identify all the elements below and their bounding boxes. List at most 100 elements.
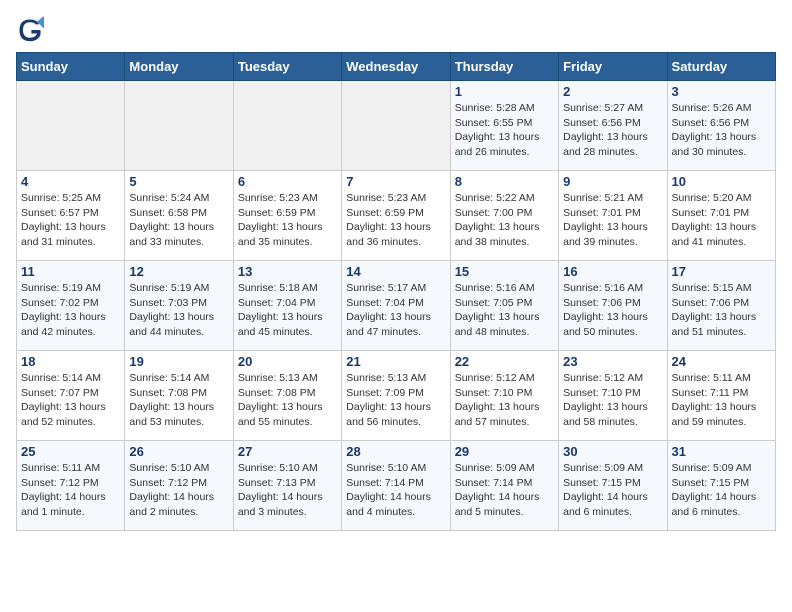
day-info: Sunrise: 5:12 AMSunset: 7:10 PMDaylight:… xyxy=(563,371,662,430)
day-number: 3 xyxy=(672,84,771,99)
day-info: Sunrise: 5:11 AMSunset: 7:11 PMDaylight:… xyxy=(672,371,771,430)
day-number: 23 xyxy=(563,354,662,369)
day-number: 26 xyxy=(129,444,228,459)
day-info: Sunrise: 5:10 AMSunset: 7:13 PMDaylight:… xyxy=(238,461,337,520)
day-info: Sunrise: 5:28 AMSunset: 6:55 PMDaylight:… xyxy=(455,101,554,160)
day-info: Sunrise: 5:23 AMSunset: 6:59 PMDaylight:… xyxy=(238,191,337,250)
calendar-week-1: 1 Sunrise: 5:28 AMSunset: 6:55 PMDaylight… xyxy=(17,81,776,171)
calendar-cell: 14 Sunrise: 5:17 AMSunset: 7:04 PMDayligh… xyxy=(342,261,450,351)
day-number: 19 xyxy=(129,354,228,369)
calendar-cell: 9 Sunrise: 5:21 AMSunset: 7:01 PMDaylight… xyxy=(559,171,667,261)
day-info: Sunrise: 5:24 AMSunset: 6:58 PMDaylight:… xyxy=(129,191,228,250)
day-number: 5 xyxy=(129,174,228,189)
calendar-cell: 4 Sunrise: 5:25 AMSunset: 6:57 PMDaylight… xyxy=(17,171,125,261)
day-number: 29 xyxy=(455,444,554,459)
day-info: Sunrise: 5:10 AMSunset: 7:14 PMDaylight:… xyxy=(346,461,445,520)
day-info: Sunrise: 5:10 AMSunset: 7:12 PMDaylight:… xyxy=(129,461,228,520)
day-number: 6 xyxy=(238,174,337,189)
day-number: 11 xyxy=(21,264,120,279)
weekday-header-tuesday: Tuesday xyxy=(233,53,341,81)
calendar-cell: 7 Sunrise: 5:23 AMSunset: 6:59 PMDaylight… xyxy=(342,171,450,261)
calendar-cell: 19 Sunrise: 5:14 AMSunset: 7:08 PMDayligh… xyxy=(125,351,233,441)
day-number: 31 xyxy=(672,444,771,459)
calendar-week-4: 18 Sunrise: 5:14 AMSunset: 7:07 PMDayligh… xyxy=(17,351,776,441)
calendar-week-2: 4 Sunrise: 5:25 AMSunset: 6:57 PMDaylight… xyxy=(17,171,776,261)
day-number: 25 xyxy=(21,444,120,459)
weekday-header-wednesday: Wednesday xyxy=(342,53,450,81)
calendar-cell xyxy=(342,81,450,171)
day-info: Sunrise: 5:14 AMSunset: 7:08 PMDaylight:… xyxy=(129,371,228,430)
day-info: Sunrise: 5:11 AMSunset: 7:12 PMDaylight:… xyxy=(21,461,120,520)
day-number: 22 xyxy=(455,354,554,369)
day-info: Sunrise: 5:26 AMSunset: 6:56 PMDaylight:… xyxy=(672,101,771,160)
calendar-cell: 2 Sunrise: 5:27 AMSunset: 6:56 PMDaylight… xyxy=(559,81,667,171)
day-info: Sunrise: 5:22 AMSunset: 7:00 PMDaylight:… xyxy=(455,191,554,250)
header xyxy=(16,16,776,44)
day-info: Sunrise: 5:13 AMSunset: 7:09 PMDaylight:… xyxy=(346,371,445,430)
calendar-cell: 17 Sunrise: 5:15 AMSunset: 7:06 PMDayligh… xyxy=(667,261,775,351)
day-number: 28 xyxy=(346,444,445,459)
calendar-cell: 26 Sunrise: 5:10 AMSunset: 7:12 PMDayligh… xyxy=(125,441,233,531)
day-info: Sunrise: 5:14 AMSunset: 7:07 PMDaylight:… xyxy=(21,371,120,430)
day-info: Sunrise: 5:21 AMSunset: 7:01 PMDaylight:… xyxy=(563,191,662,250)
calendar-cell: 5 Sunrise: 5:24 AMSunset: 6:58 PMDaylight… xyxy=(125,171,233,261)
day-number: 8 xyxy=(455,174,554,189)
calendar-cell: 8 Sunrise: 5:22 AMSunset: 7:00 PMDaylight… xyxy=(450,171,558,261)
day-info: Sunrise: 5:17 AMSunset: 7:04 PMDaylight:… xyxy=(346,281,445,340)
day-number: 15 xyxy=(455,264,554,279)
day-number: 18 xyxy=(21,354,120,369)
calendar-cell: 10Sunrise: 5:20 AMSunset: 7:01 PMDayligh… xyxy=(667,171,775,261)
calendar-cell: 21Sunrise: 5:13 AMSunset: 7:09 PMDayligh… xyxy=(342,351,450,441)
day-number: 24 xyxy=(672,354,771,369)
day-info: Sunrise: 5:25 AMSunset: 6:57 PMDaylight:… xyxy=(21,191,120,250)
day-number: 9 xyxy=(563,174,662,189)
day-info: Sunrise: 5:12 AMSunset: 7:10 PMDaylight:… xyxy=(455,371,554,430)
day-info: Sunrise: 5:19 AMSunset: 7:02 PMDaylight:… xyxy=(21,281,120,340)
day-number: 13 xyxy=(238,264,337,279)
calendar-cell: 11 Sunrise: 5:19 AMSunset: 7:02 PMDayligh… xyxy=(17,261,125,351)
calendar-cell: 12Sunrise: 5:19 AMSunset: 7:03 PMDayligh… xyxy=(125,261,233,351)
day-info: Sunrise: 5:16 AMSunset: 7:05 PMDaylight:… xyxy=(455,281,554,340)
calendar-cell: 20 Sunrise: 5:13 AMSunset: 7:08 PMDayligh… xyxy=(233,351,341,441)
day-info: Sunrise: 5:19 AMSunset: 7:03 PMDaylight:… xyxy=(129,281,228,340)
calendar-cell: 15 Sunrise: 5:16 AMSunset: 7:05 PMDayligh… xyxy=(450,261,558,351)
day-number: 2 xyxy=(563,84,662,99)
calendar-cell: 28 Sunrise: 5:10 AMSunset: 7:14 PMDayligh… xyxy=(342,441,450,531)
day-number: 7 xyxy=(346,174,445,189)
calendar-cell: 18 Sunrise: 5:14 AMSunset: 7:07 PMDayligh… xyxy=(17,351,125,441)
calendar-cell xyxy=(125,81,233,171)
day-info: Sunrise: 5:23 AMSunset: 6:59 PMDaylight:… xyxy=(346,191,445,250)
weekday-header-sunday: Sunday xyxy=(17,53,125,81)
weekday-header-friday: Friday xyxy=(559,53,667,81)
calendar-cell xyxy=(233,81,341,171)
weekday-header-monday: Monday xyxy=(125,53,233,81)
day-info: Sunrise: 5:13 AMSunset: 7:08 PMDaylight:… xyxy=(238,371,337,430)
weekday-header-saturday: Saturday xyxy=(667,53,775,81)
calendar-cell: 3 Sunrise: 5:26 AMSunset: 6:56 PMDaylight… xyxy=(667,81,775,171)
day-number: 17 xyxy=(672,264,771,279)
day-info: Sunrise: 5:20 AMSunset: 7:01 PMDaylight:… xyxy=(672,191,771,250)
calendar-cell: 27Sunrise: 5:10 AMSunset: 7:13 PMDayligh… xyxy=(233,441,341,531)
day-number: 16 xyxy=(563,264,662,279)
calendar-cell: 6 Sunrise: 5:23 AMSunset: 6:59 PMDaylight… xyxy=(233,171,341,261)
weekday-header-row: SundayMondayTuesdayWednesdayThursdayFrid… xyxy=(17,53,776,81)
day-info: Sunrise: 5:15 AMSunset: 7:06 PMDaylight:… xyxy=(672,281,771,340)
day-info: Sunrise: 5:09 AMSunset: 7:15 PMDaylight:… xyxy=(672,461,771,520)
calendar-week-5: 25 Sunrise: 5:11 AMSunset: 7:12 PMDayligh… xyxy=(17,441,776,531)
day-info: Sunrise: 5:27 AMSunset: 6:56 PMDaylight:… xyxy=(563,101,662,160)
calendar-cell xyxy=(17,81,125,171)
day-number: 30 xyxy=(563,444,662,459)
day-number: 1 xyxy=(455,84,554,99)
day-info: Sunrise: 5:09 AMSunset: 7:15 PMDaylight:… xyxy=(563,461,662,520)
day-info: Sunrise: 5:09 AMSunset: 7:14 PMDaylight:… xyxy=(455,461,554,520)
calendar-week-3: 11 Sunrise: 5:19 AMSunset: 7:02 PMDayligh… xyxy=(17,261,776,351)
day-number: 14 xyxy=(346,264,445,279)
calendar-cell: 13Sunrise: 5:18 AMSunset: 7:04 PMDayligh… xyxy=(233,261,341,351)
day-number: 20 xyxy=(238,354,337,369)
calendar-cell: 31 Sunrise: 5:09 AMSunset: 7:15 PMDayligh… xyxy=(667,441,775,531)
calendar-cell: 25 Sunrise: 5:11 AMSunset: 7:12 PMDayligh… xyxy=(17,441,125,531)
logo-icon xyxy=(16,16,44,44)
calendar-cell: 1 Sunrise: 5:28 AMSunset: 6:55 PMDaylight… xyxy=(450,81,558,171)
calendar-cell: 29 Sunrise: 5:09 AMSunset: 7:14 PMDayligh… xyxy=(450,441,558,531)
day-number: 4 xyxy=(21,174,120,189)
